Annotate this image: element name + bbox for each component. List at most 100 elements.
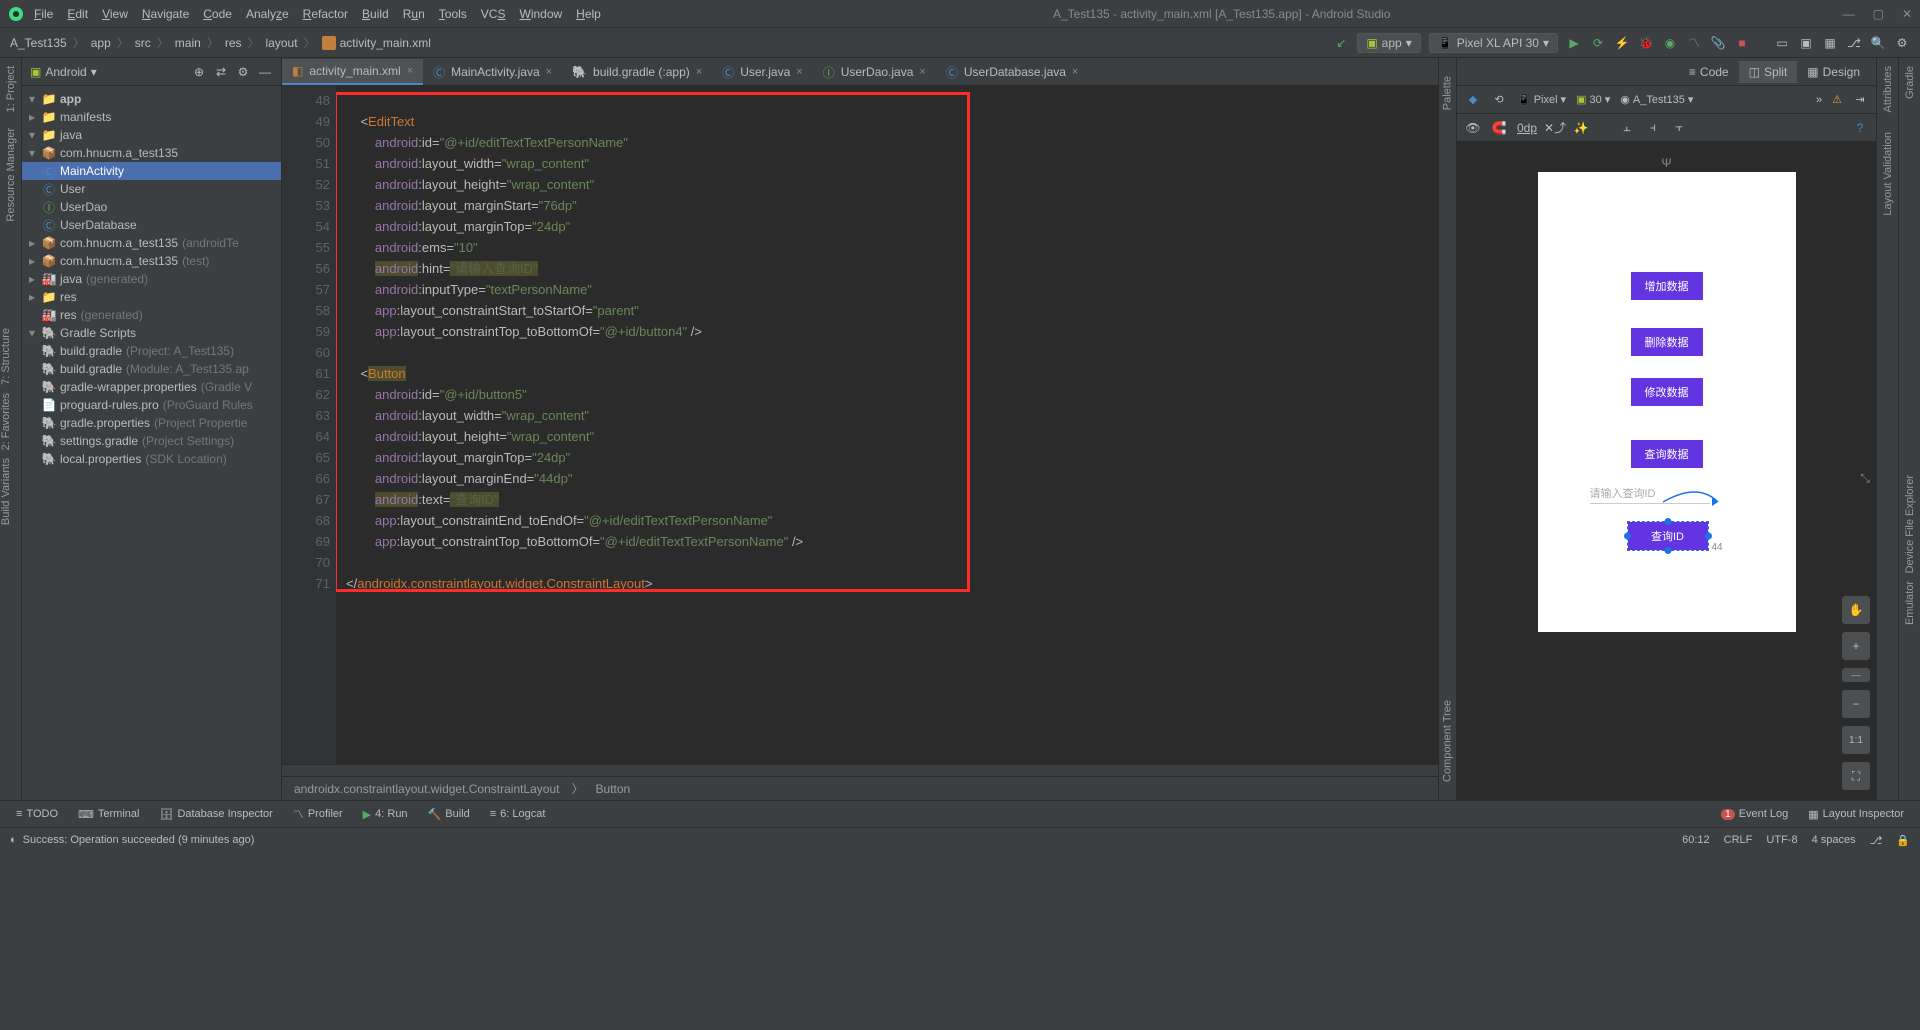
warning-icon[interactable]: ⚠ (1832, 93, 1842, 106)
crumb-item[interactable]: app (91, 36, 111, 50)
tab-userdao-java[interactable]: ⒾUserDao.java× (813, 59, 936, 85)
infer-constraints-icon[interactable]: ✨ (1573, 120, 1589, 136)
tab-mainactivity-java[interactable]: ⒸMainActivity.java× (423, 59, 562, 85)
build-tool-button[interactable]: 🔨Build (420, 804, 478, 825)
todo-tool-button[interactable]: ≡TODO (8, 804, 66, 824)
settings-icon[interactable]: ⚙ (235, 64, 251, 80)
project-view-dropdown[interactable]: ▣ Android ▾ (30, 65, 97, 79)
preview-button-add[interactable]: 增加数据 (1631, 272, 1703, 300)
preview-button-queryid[interactable]: 查询ID (1628, 522, 1708, 550)
select-opened-file-button[interactable]: ⊕ (191, 64, 207, 80)
tree-node-package[interactable]: ▾📦com.hnucm.a_test135 (22, 144, 281, 162)
database-inspector-tool-button[interactable]: 🗄Database Inspector (151, 804, 280, 825)
tree-node-gradle-properties[interactable]: 🐘gradle.properties (Project Propertie (22, 414, 281, 432)
pack-icon[interactable]: ⫞ (1645, 120, 1661, 136)
menu-view[interactable]: View (102, 7, 128, 21)
structure-tool-button[interactable]: 7: Structure (0, 328, 12, 385)
profile-button[interactable]: 〽 (1686, 35, 1702, 51)
crumb-item[interactable]: layout (266, 36, 298, 50)
tree-node-package-androidtest[interactable]: ▸📦com.hnucm.a_test135 (androidTe (22, 234, 281, 252)
attributes-tool-button[interactable]: Attributes (1882, 66, 1894, 112)
layout-inspector-tool-button[interactable]: ▦Layout Inspector (1800, 804, 1912, 825)
close-tab-icon[interactable]: × (546, 66, 552, 78)
vcs-button[interactable]: ⎇ (1846, 35, 1862, 51)
favorites-tool-button[interactable]: 2: Favorites (0, 393, 12, 450)
tree-node-java-gen[interactable]: ▸🏭java (generated) (22, 270, 281, 288)
code-area[interactable]: 4849505152535455565758596061626364656667… (282, 86, 1438, 764)
file-encoding[interactable]: UTF-8 (1766, 834, 1797, 846)
preview-button-update[interactable]: 修改数据 (1631, 378, 1703, 406)
zoom-to-fit-button[interactable]: ⛶ (1842, 762, 1870, 790)
tab-build-gradle[interactable]: 🐘build.gradle (:app)× (562, 59, 712, 85)
tree-node-proguard[interactable]: 📄proguard-rules.pro (ProGuard Rules (22, 396, 281, 414)
tab-user-java[interactable]: ⒸUser.java× (712, 59, 812, 85)
avd-manager-button[interactable]: ▭ (1774, 35, 1790, 51)
chevron-right-icon[interactable]: » (1816, 94, 1822, 106)
editor-crumb-item[interactable]: androidx.constraintlayout.widget.Constra… (294, 782, 560, 796)
menu-file[interactable]: File (34, 7, 53, 21)
menu-vcs[interactable]: VCS (481, 7, 506, 21)
component-tree-label[interactable]: Component Tree (1439, 700, 1456, 782)
resource-manager-button[interactable]: ▦ (1822, 35, 1838, 51)
settings-button[interactable]: ⚙ (1894, 35, 1910, 51)
debug-button[interactable]: 🐞 (1638, 35, 1654, 51)
line-separator[interactable]: CRLF (1724, 834, 1753, 846)
tree-node-userdao[interactable]: ⒾUserDao (22, 198, 281, 216)
help-icon[interactable]: ? (1852, 120, 1868, 136)
close-tab-icon[interactable]: × (919, 66, 925, 78)
device-file-explorer-tool-button[interactable]: Device File Explorer (1904, 475, 1916, 573)
close-button[interactable]: ✕ (1902, 7, 1912, 21)
expand-all-button[interactable]: ⇄ (213, 64, 229, 80)
menu-help[interactable]: Help (576, 7, 601, 21)
event-log-tool-button[interactable]: 1Event Log (1713, 804, 1796, 824)
run-config-dropdown[interactable]: ▣ app ▾ (1357, 33, 1420, 53)
apply-changes-button[interactable]: ⚡ (1614, 35, 1630, 51)
device-dropdown[interactable]: 📱 Pixel XL API 30 ▾ (1429, 33, 1558, 53)
zoom-out-button[interactable]: − (1842, 690, 1870, 718)
tab-userdatabase-java[interactable]: ⒸUserDatabase.java× (936, 59, 1089, 85)
sync-icon[interactable]: ↙ (1333, 35, 1349, 51)
guideline-icon[interactable]: ⫟ (1671, 120, 1687, 136)
preview-button-delete[interactable]: 删除数据 (1631, 328, 1703, 356)
menu-analyze[interactable]: Analyze (246, 7, 289, 21)
preview-canvas[interactable]: Ψ 增加数据 删除数据 修改数据 查询数据 请输入查询ID 查询ID (1457, 142, 1876, 800)
tree-node-settings-gradle[interactable]: 🐘settings.gradle (Project Settings) (22, 432, 281, 450)
menu-navigate[interactable]: Navigate (142, 7, 189, 21)
search-everywhere-button[interactable]: 🔍 (1870, 35, 1886, 51)
tree-node-gradle-wrapper[interactable]: 🐘gradle-wrapper.properties (Gradle V (22, 378, 281, 396)
crumb-item[interactable]: res (225, 36, 242, 50)
gradle-tool-button[interactable]: Gradle (1904, 66, 1916, 99)
device-preview-dropdown[interactable]: 📱Pixel▾ (1517, 93, 1566, 106)
magnet-icon[interactable]: 🧲 (1491, 120, 1507, 136)
debug-run-button[interactable]: ⟳ (1590, 35, 1606, 51)
preview-selected-item[interactable]: 查询ID 44 (1628, 522, 1708, 550)
tree-node-mainactivity[interactable]: ⒸMainActivity (22, 162, 281, 180)
menu-code[interactable]: Code (203, 7, 232, 21)
crumb-item[interactable]: activity_main.xml (340, 36, 431, 50)
project-tree[interactable]: ▾📁app ▸📁manifests ▾📁java ▾📦com.hnucm.a_t… (22, 86, 281, 800)
resize-handle-icon[interactable]: ⤡ (1860, 471, 1870, 486)
tree-node-gradle-scripts[interactable]: ▾🐘Gradle Scripts (22, 324, 281, 342)
logcat-tool-button[interactable]: ≡6: Logcat (482, 804, 554, 824)
theme-dropdown[interactable]: ◉A_Test135▾ (1620, 93, 1693, 106)
eye-icon[interactable]: 👁 (1465, 120, 1481, 136)
maximize-button[interactable]: ▢ (1873, 7, 1884, 21)
close-tab-icon[interactable]: × (796, 66, 802, 78)
align-icon[interactable]: ⫠ (1619, 120, 1635, 136)
zoom-fit-button[interactable]: 1:1 (1842, 726, 1870, 754)
orientation-icon[interactable]: ⟲ (1491, 92, 1507, 108)
api-dropdown[interactable]: ▣30▾ (1576, 93, 1610, 106)
crumb-item[interactable]: A_Test135 (10, 36, 67, 50)
menu-build[interactable]: Build (362, 7, 389, 21)
stop-button[interactable]: ■ (1734, 35, 1750, 51)
design-mode-tab[interactable]: ▦Design (1797, 61, 1870, 83)
tree-node-local-properties[interactable]: 🐘local.properties (SDK Location) (22, 450, 281, 468)
code-content[interactable]: <EditText android:id="@+id/editTextTextP… (336, 86, 1438, 764)
default-margin[interactable]: 0dp (1517, 121, 1537, 135)
tree-node-build-gradle-project[interactable]: 🐘build.gradle (Project: A_Test135) (22, 342, 281, 360)
tree-node-manifests[interactable]: ▸📁manifests (22, 108, 281, 126)
menu-run[interactable]: Run (403, 7, 425, 21)
menu-window[interactable]: Window (519, 7, 562, 21)
surface-select-icon[interactable]: ◆ (1465, 92, 1481, 108)
pan-button[interactable]: ✋ (1842, 596, 1870, 624)
